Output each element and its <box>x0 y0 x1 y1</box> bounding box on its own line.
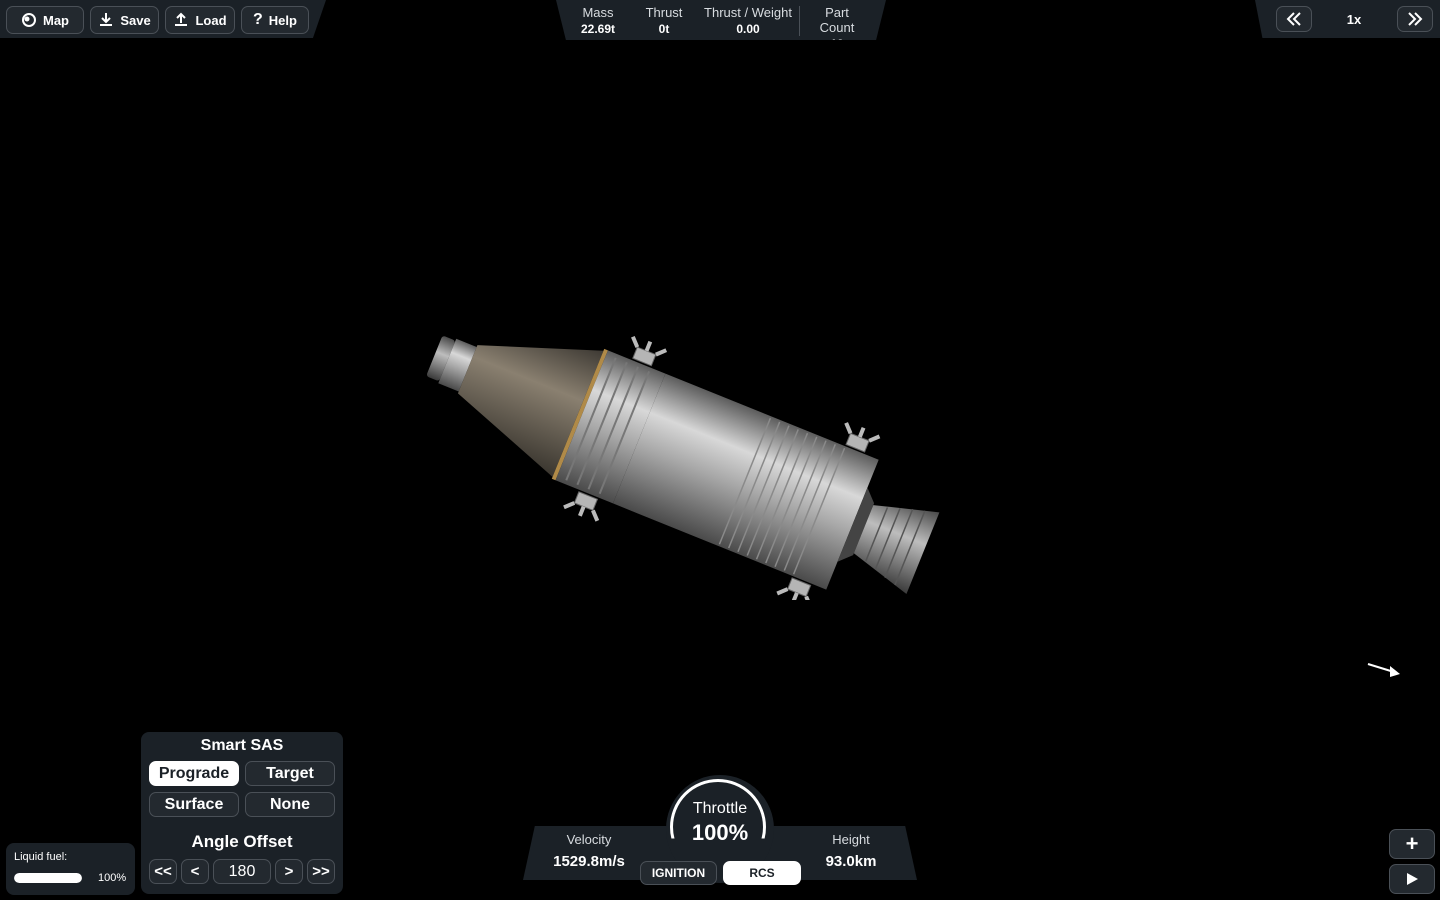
stats-divider <box>799 6 800 36</box>
parts-stat: Part Count 12 <box>806 5 868 51</box>
play-icon <box>1407 873 1418 885</box>
play-button[interactable] <box>1389 864 1435 894</box>
double-chevron-right-icon <box>1408 12 1423 26</box>
mass-label: Mass <box>582 5 614 20</box>
help-label: Help <box>268 12 297 28</box>
slower-button[interactable] <box>1276 6 1312 32</box>
fuel-label: Liquid fuel: <box>14 851 68 863</box>
fuel-bar-fill <box>14 873 82 883</box>
twr-label: Thrust / Weight <box>704 5 792 20</box>
velocity-label: Velocity <box>566 832 612 847</box>
velocity-value: 1529.8m/s <box>553 853 625 870</box>
double-chevron-left-icon <box>1286 12 1301 26</box>
sas-surface-button[interactable]: Surface <box>149 792 239 817</box>
top-toolbar: Map Save Load ? Help <box>0 0 326 38</box>
angle-decrease-button[interactable]: < <box>181 859 209 884</box>
time-warp-value: 1x <box>1346 12 1362 27</box>
throttle-label: Throttle <box>692 800 748 817</box>
smart-sas-panel: Smart SAS Prograde Target Surface None A… <box>141 732 343 894</box>
vessel-stats: Mass 22.69t Thrust 0t Thrust / Weight 0.… <box>556 0 886 40</box>
parts-label: Part Count <box>819 5 855 35</box>
ignition-button[interactable]: IGNITION <box>640 861 717 885</box>
twr-value: 0.00 <box>736 22 760 36</box>
faster-button[interactable] <box>1397 6 1433 32</box>
sas-none-button[interactable]: None <box>245 792 335 817</box>
sas-target-button[interactable]: Target <box>245 761 335 786</box>
angle-offset-input[interactable]: 180 <box>213 859 271 884</box>
rocket <box>426 335 940 600</box>
sas-prograde-button[interactable]: Prograde <box>149 761 239 786</box>
upload-icon <box>175 12 188 26</box>
rcs-button[interactable]: RCS <box>723 861 801 885</box>
thrust-value: 0t <box>658 22 670 36</box>
twr-stat: Thrust / Weight 0.00 <box>702 5 794 36</box>
sas-title: Smart SAS <box>200 737 284 754</box>
map-button[interactable]: Map <box>6 6 84 34</box>
load-button[interactable]: Load <box>165 6 235 34</box>
velocity-readout: Velocity 1529.8m/s <box>540 832 638 870</box>
height-label: Height <box>832 832 870 847</box>
thrust-label: Thrust <box>645 5 683 20</box>
load-label: Load <box>195 12 227 28</box>
angle-increase-button[interactable]: > <box>275 859 303 884</box>
download-icon <box>100 13 113 26</box>
mass-stat: Mass 22.69t <box>578 5 618 36</box>
height-value: 93.0km <box>825 853 877 870</box>
throttle-value: 100% <box>691 820 749 845</box>
fuel-tank <box>612 373 879 590</box>
angle-offset-title: Angle Offset <box>191 832 293 851</box>
zoom-in-button[interactable]: + <box>1389 829 1435 859</box>
save-label: Save <box>120 12 151 28</box>
height-readout: Height 93.0km <box>806 832 896 870</box>
map-icon <box>22 13 36 27</box>
thrust-stat: Thrust 0t <box>644 5 684 36</box>
velocity-direction-arrow-icon <box>1367 663 1400 677</box>
mass-value: 22.69t <box>580 22 616 36</box>
help-icon: ? <box>253 11 263 28</box>
fuel-bar <box>14 873 82 883</box>
parts-value: 12 <box>830 37 844 51</box>
help-button[interactable]: ? Help <box>241 6 309 34</box>
angle-big-decrease-button[interactable]: << <box>149 859 177 884</box>
save-button[interactable]: Save <box>90 6 159 34</box>
angle-big-increase-button[interactable]: >> <box>307 859 335 884</box>
map-label: Map <box>43 12 69 28</box>
fuel-panel: Liquid fuel: 100% <box>6 843 135 895</box>
fuel-percent: 100% <box>98 872 127 884</box>
